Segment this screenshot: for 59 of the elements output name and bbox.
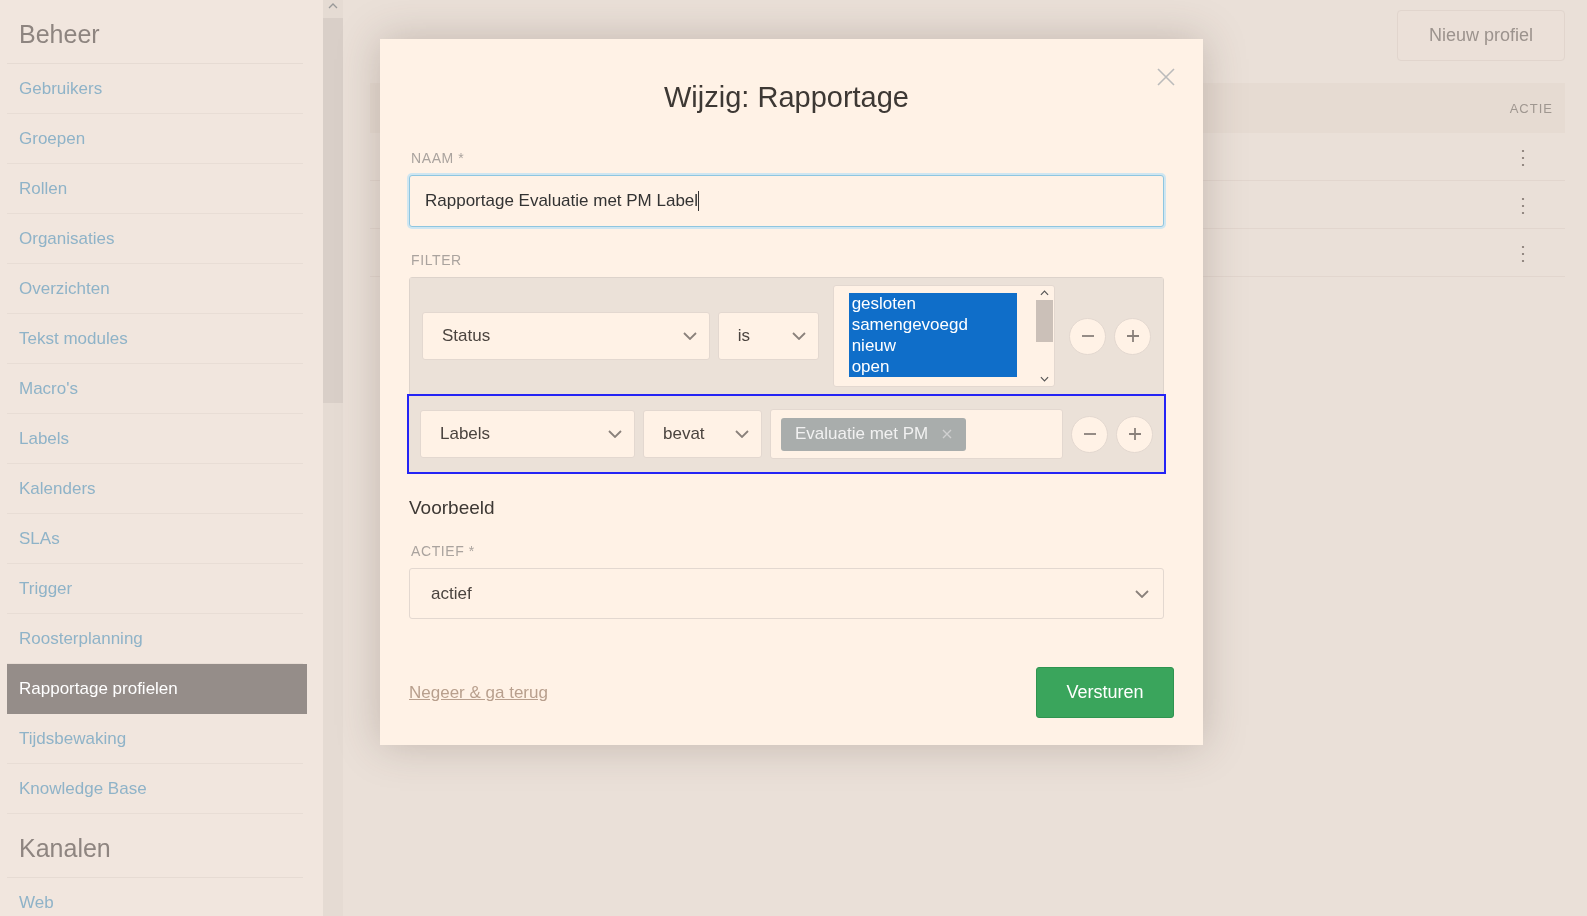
row-menu-button[interactable]: ⋮ [1513,144,1533,169]
name-input-field[interactable]: Rapportage Evaluatie met PM Label [409,175,1164,227]
sidebar-item[interactable]: SLAs [7,514,303,564]
active-select[interactable]: actief [409,568,1164,619]
sidebar-item[interactable]: Overzichten [7,264,303,314]
close-icon[interactable] [1157,68,1175,86]
sidebar-item[interactable]: Gebruikers [7,64,303,114]
sidebar-item[interactable]: Tijdsbewaking [7,714,303,764]
scrollbar[interactable] [323,0,343,916]
submit-button[interactable]: Versturen [1036,667,1174,718]
plus-icon [1125,329,1140,343]
label-tag: Evaluatie met PM [781,417,967,451]
list-option[interactable]: nieuw [848,335,1017,356]
dialog-title: Wijzig: Rapportage [663,81,910,114]
row-menu-button[interactable]: ⋮ [1513,192,1533,217]
sidebar-item[interactable]: Rapportage profielen [7,664,307,714]
sidebar-heading: Kanalen [7,814,303,878]
list-option[interactable]: open [848,356,1017,377]
tag-input-field[interactable]: Evaluatie met PM [770,409,1063,459]
sidebar-item[interactable]: Macro's [7,364,303,414]
remove-icon[interactable] [942,429,953,439]
operator-select[interactable]: is [717,312,819,360]
column-header: ACTIE [1509,100,1553,116]
cancel-link[interactable]: Negeer & ga terug [409,682,548,703]
scrollbar-thumb[interactable] [323,18,343,403]
attribute-select[interactable]: Status [422,312,710,360]
field-label: ACTIEF * [411,543,476,559]
sidebar-item[interactable]: Web [7,878,303,916]
chevron-down-icon [1135,589,1149,598]
field-label: FILTER [411,252,463,268]
sidebar-heading: Beheer [7,0,303,64]
new-profile-button[interactable]: Nieuw profiel [1397,10,1565,61]
sidebar-item[interactable]: Organisaties [7,214,303,264]
add-button[interactable] [1116,415,1153,453]
chevron-down-icon [608,430,622,438]
status-listbox[interactable]: gesloten samengevoegd nieuw open [832,285,1055,387]
sidebar-item[interactable]: Trigger [7,564,303,614]
sidebar-item[interactable]: Rollen [7,164,303,214]
list-option[interactable]: gesloten [848,293,1017,314]
remove-button[interactable] [1069,317,1106,355]
sidebar-item[interactable]: Tekst modules [7,314,303,364]
chevron-down-icon [791,332,806,340]
sidebar-item[interactable]: Groepen [7,114,303,164]
field-label: NAAM * [411,150,466,166]
attribute-select[interactable]: Labels [420,410,635,458]
scroll-up-icon[interactable] [1039,290,1049,296]
operator-select[interactable]: bevat [643,410,762,458]
scroll-down-icon[interactable] [1039,376,1049,382]
sidebar-item[interactable]: Kalenders [7,464,303,514]
add-button[interactable] [1114,317,1151,355]
chevron-down-icon [735,430,749,438]
remove-button[interactable] [1071,415,1108,453]
chevron-down-icon [682,332,697,340]
row-menu-button[interactable]: ⋮ [1513,240,1533,265]
section-heading: Voorbeeld [409,497,496,519]
plus-icon [1127,427,1142,441]
sidebar-item[interactable]: Labels [7,414,303,464]
sidebar-item[interactable]: Knowledge Base [7,764,303,814]
list-option[interactable]: samengevoegd [848,314,1017,335]
